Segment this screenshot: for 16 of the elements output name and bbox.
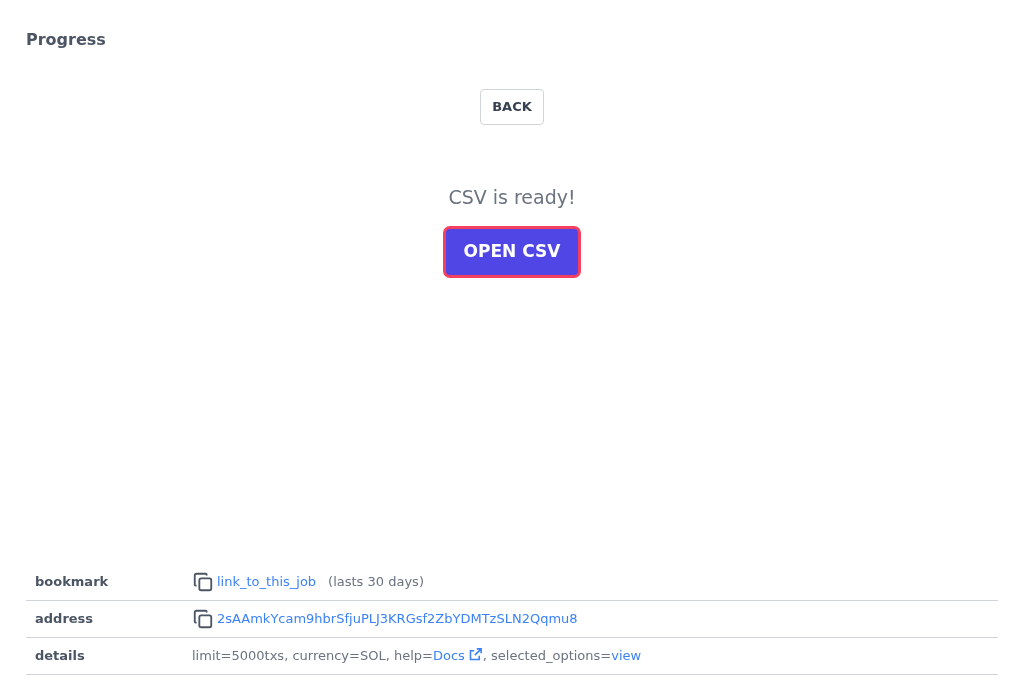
copy-icon[interactable]: [192, 571, 214, 593]
row-label: address: [34, 610, 95, 629]
row-label: bookmark: [34, 573, 110, 592]
link-text[interactable]: link_to_this_job: [217, 572, 317, 592]
details-text: limit=5000txs, currency=SOL, help=Docs , selected_options=view: [192, 646, 642, 666]
status-message: CSV is ready!: [448, 184, 576, 210]
external-link-icon: [467, 647, 483, 663]
back-button[interactable]: BACK: [480, 89, 544, 125]
link-text[interactable]: 2sAAmkYcam9hbrSfjuPLJ3KRGsf2ZbYDMTzSLN2Qqmu8: [217, 609, 578, 629]
view-link[interactable]: view: [611, 648, 642, 664]
note-text: (lasts 30 days): [327, 573, 424, 592]
copy-icon[interactable]: [192, 608, 214, 630]
docs-link[interactable]: Docs: [432, 648, 483, 664]
page-title: Progress: [26, 30, 107, 50]
open-csv-button[interactable]: OPEN CSV: [445, 229, 579, 275]
row-label: details: [34, 647, 86, 666]
